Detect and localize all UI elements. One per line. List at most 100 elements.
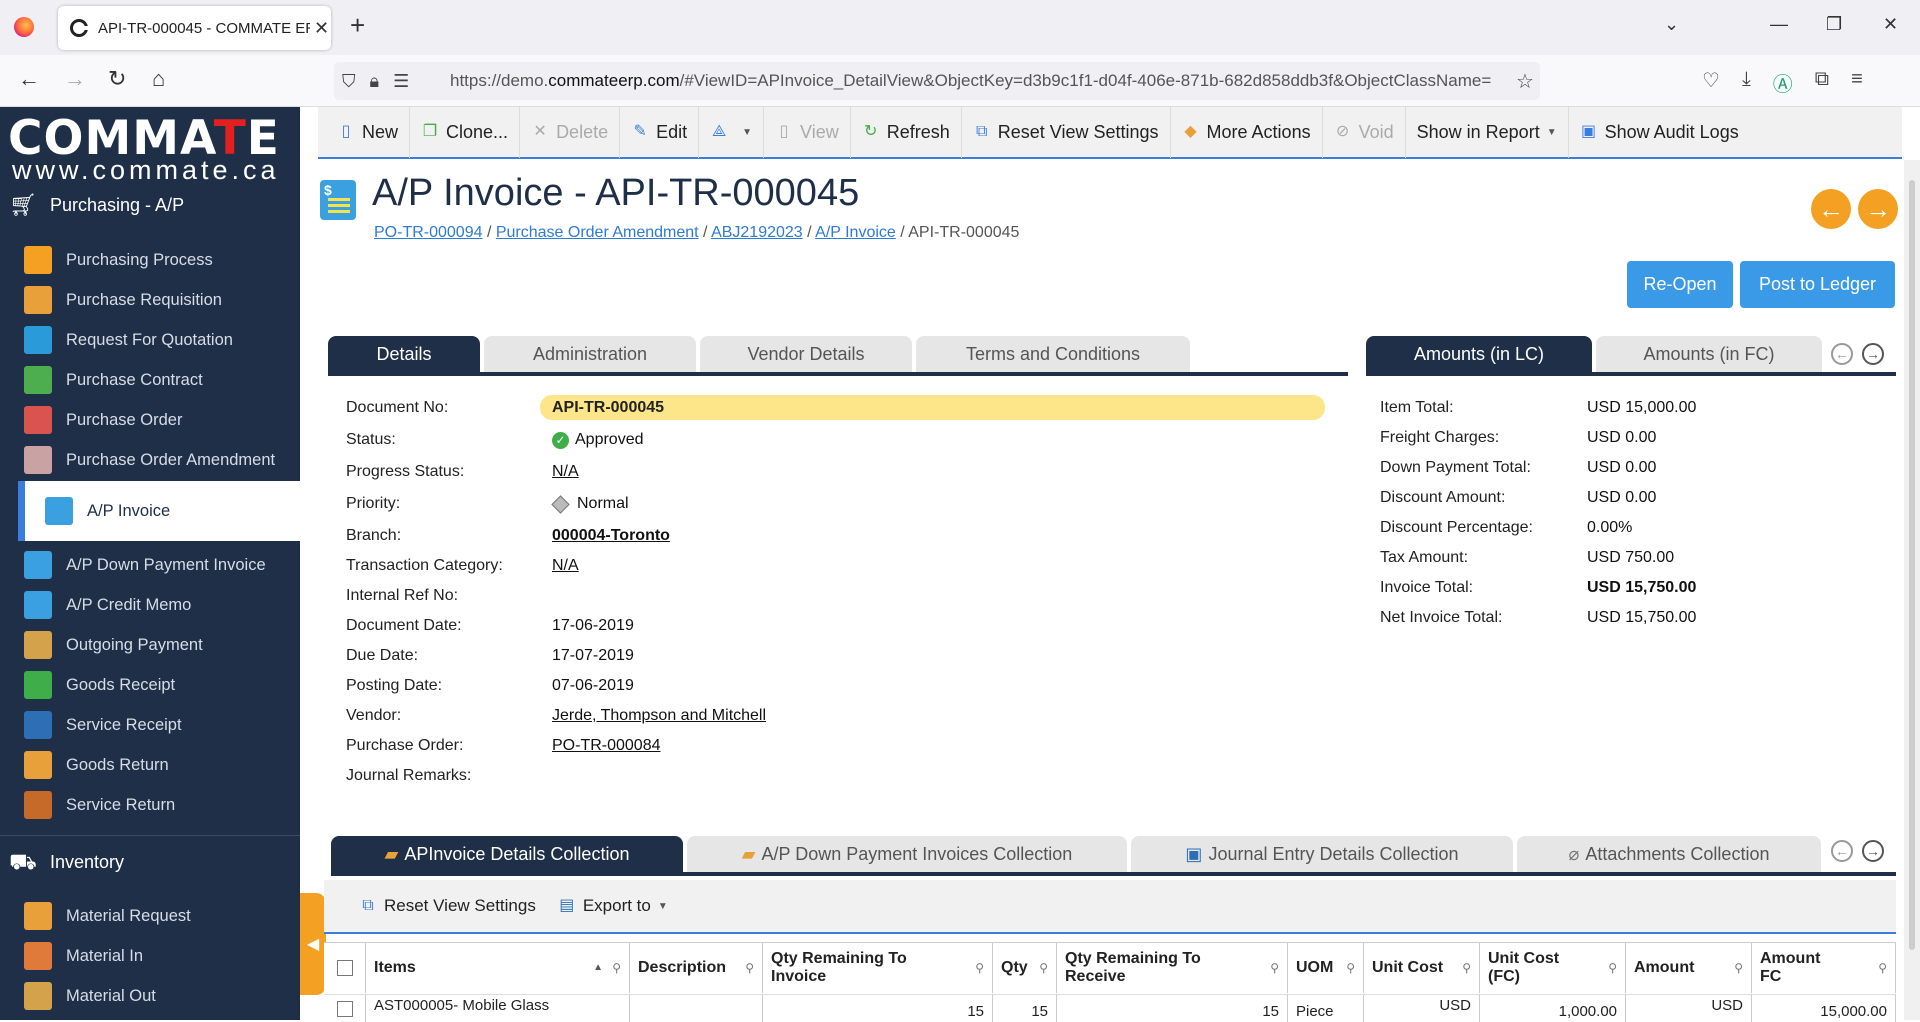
filter-pin-icon[interactable]: ⚲ bbox=[1039, 959, 1048, 977]
column-header-qty-remaining-to-invoice[interactable]: Qty Remaining To Invoice ⚲ bbox=[763, 943, 993, 993]
edit-button[interactable]: ✎ Edit bbox=[620, 106, 700, 158]
tab-terms-and-conditions[interactable]: Terms and Conditions bbox=[916, 336, 1190, 372]
tab-scroll-left-icon[interactable]: ← bbox=[1831, 343, 1853, 365]
column-header-description[interactable]: Description ⚲ bbox=[630, 943, 763, 993]
previous-record-button[interactable]: ← bbox=[1811, 189, 1851, 229]
cell-qty[interactable]: 15 bbox=[993, 994, 1057, 1022]
transaction-category-link[interactable]: N/A bbox=[552, 554, 579, 578]
breadcrumb-link[interactable]: A/P Invoice bbox=[815, 224, 896, 241]
cell-unit-cost-fc[interactable]: 1,000.00 bbox=[1480, 994, 1626, 1022]
filter-pin-icon[interactable]: ⚲ bbox=[1270, 959, 1279, 977]
collection-scroll-right-icon[interactable]: → bbox=[1862, 840, 1884, 862]
breadcrumb-link[interactable]: ABJ2192023 bbox=[711, 224, 803, 241]
tab-down-payment-invoices-collection[interactable]: ▰ A/P Down Payment Invoices Collection bbox=[687, 836, 1127, 872]
checkbox[interactable] bbox=[336, 1001, 353, 1017]
sidebar-item-service-receipt[interactable]: Service Receipt bbox=[0, 705, 300, 745]
sidebar-item-goods-return[interactable]: Goods Return bbox=[0, 745, 300, 785]
cell-items[interactable]: AST000005- Mobile Glass bbox=[366, 994, 630, 1022]
reopen-button[interactable]: Re-Open bbox=[1627, 261, 1733, 308]
sidebar-item-outgoing-payment[interactable]: Outgoing Payment bbox=[0, 625, 300, 665]
filter-pin-icon[interactable]: ⚲ bbox=[975, 959, 984, 977]
minimize-icon[interactable]: — bbox=[1770, 14, 1788, 35]
scrollbar-thumb[interactable] bbox=[1909, 180, 1915, 950]
sidebar-item-material-in[interactable]: Material In bbox=[0, 936, 300, 976]
next-record-button[interactable]: → bbox=[1858, 189, 1898, 229]
pocket-icon[interactable]: ♡ bbox=[1702, 68, 1720, 97]
reset-view-settings-button[interactable]: ⧉ Reset View Settings bbox=[962, 106, 1171, 158]
column-header-amount[interactable]: Amount ⚲ bbox=[1626, 943, 1752, 993]
column-header-unit-cost-fc[interactable]: Unit Cost (FC) ⚲ bbox=[1480, 943, 1626, 993]
void-button[interactable]: ⊘ Void bbox=[1323, 106, 1406, 158]
sidebar-item-material-out[interactable]: Material Out bbox=[0, 976, 300, 1016]
permissions-icon[interactable]: ☰ bbox=[393, 71, 409, 92]
tab-apinvoice-details-collection[interactable]: ▰ APInvoice Details Collection bbox=[331, 836, 683, 872]
restore-icon[interactable]: ❐ bbox=[1826, 14, 1842, 35]
sidebar-item-purchasing-process[interactable]: Purchasing Process bbox=[0, 240, 300, 280]
row-checkbox[interactable] bbox=[324, 994, 366, 1022]
cell-qty-remaining-to-invoice[interactable]: 15 bbox=[763, 994, 993, 1022]
breadcrumb-link[interactable]: Purchase Order Amendment bbox=[496, 224, 699, 241]
tab-scroll-right-icon[interactable]: → bbox=[1862, 343, 1884, 365]
sidebar-item-ap-credit-memo[interactable]: A/P Credit Memo bbox=[0, 585, 300, 625]
sidebar-item-purchase-contract[interactable]: Purchase Contract bbox=[0, 360, 300, 400]
tab-details[interactable]: Details bbox=[328, 336, 480, 372]
filter-pin-icon[interactable]: ⚲ bbox=[1462, 959, 1471, 977]
reload-icon[interactable]: ↻ bbox=[108, 67, 126, 91]
sidebar-item-ap-invoice[interactable]: A/P Invoice bbox=[18, 481, 300, 541]
browser-tab[interactable]: API-TR-000045 - COMMATE ERP ✕ bbox=[58, 6, 331, 50]
back-icon[interactable]: ← bbox=[18, 67, 40, 91]
show-in-report-dropdown[interactable]: Show in Report ▼ bbox=[1406, 106, 1569, 158]
cell-amount-fc[interactable]: 15,000.00 bbox=[1752, 994, 1896, 1022]
clone-button[interactable]: ❐ Clone... bbox=[410, 106, 521, 158]
cell-qty-remaining-to-receive[interactable]: 15 bbox=[1057, 994, 1288, 1022]
column-header-qty-remaining-to-receive[interactable]: Qty Remaining To Receive ⚲ bbox=[1057, 943, 1288, 993]
column-header-amount-fc[interactable]: Amount FC ⚲ bbox=[1752, 943, 1896, 993]
section-purchasing[interactable]: 🛒︎ Purchasing - A/P bbox=[8, 193, 184, 217]
sidebar-item-service-return[interactable]: Service Return bbox=[0, 785, 300, 825]
select-all-checkbox[interactable] bbox=[324, 943, 366, 993]
home-icon[interactable]: ⌂ bbox=[152, 67, 165, 91]
filter-pin-icon[interactable]: ⚲ bbox=[612, 959, 621, 977]
view-button[interactable]: ▯ View bbox=[764, 106, 851, 158]
sidebar-item-purchase-requisition[interactable]: Purchase Requisition bbox=[0, 280, 300, 320]
vendor-link[interactable]: Jerde, Thompson and Mitchell bbox=[552, 704, 766, 728]
close-window-icon[interactable]: ✕ bbox=[1883, 14, 1898, 35]
cell-amount[interactable]: USD bbox=[1626, 994, 1752, 1022]
new-button[interactable]: ▯ New bbox=[326, 106, 411, 158]
new-tab-icon[interactable]: + bbox=[350, 12, 365, 38]
export-to-dropdown[interactable]: ▤ Export to ▼ bbox=[547, 886, 679, 926]
tab-vendor-details[interactable]: Vendor Details bbox=[700, 336, 912, 372]
sidebar-item-purchase-order[interactable]: Purchase Order bbox=[0, 400, 300, 440]
lock-icon[interactable]: 🔒︎ bbox=[370, 71, 380, 92]
shield-icon[interactable]: ⛉ bbox=[342, 71, 356, 92]
sort-asc-icon[interactable]: ▲ bbox=[593, 959, 603, 977]
tab-administration[interactable]: Administration bbox=[484, 336, 696, 372]
download-icon[interactable]: ⤓ bbox=[1742, 68, 1751, 97]
sidebar-item-ap-down-payment-invoice[interactable]: A/P Down Payment Invoice bbox=[0, 545, 300, 585]
filter-pin-icon[interactable]: ⚲ bbox=[1346, 959, 1355, 977]
cell-uom[interactable]: Piece bbox=[1288, 994, 1364, 1022]
checkbox[interactable] bbox=[336, 960, 353, 976]
tab-amounts-fc[interactable]: Amounts (in FC) bbox=[1596, 336, 1822, 372]
filter-pin-icon[interactable]: ⚲ bbox=[1608, 959, 1617, 977]
menu-icon[interactable]: ≡ bbox=[1851, 68, 1863, 97]
cell-unit-cost[interactable]: USD bbox=[1364, 994, 1480, 1022]
post-to-ledger-button[interactable]: Post to Ledger bbox=[1740, 261, 1895, 308]
extensions-icon[interactable]: ⧉ bbox=[1815, 68, 1829, 97]
tab-list-icon[interactable]: ⌄ bbox=[1664, 14, 1679, 35]
tab-close-icon[interactable]: ✕ bbox=[314, 18, 329, 39]
collection-scroll-left-icon[interactable]: ← bbox=[1831, 840, 1853, 862]
sidebar-collapse-handle[interactable]: ◀ bbox=[300, 893, 326, 995]
filter-pin-icon[interactable]: ⚲ bbox=[1878, 959, 1887, 977]
section-inventory[interactable]: ⛟ Inventory bbox=[8, 850, 124, 874]
sidebar-item-material-request[interactable]: Material Request bbox=[0, 896, 300, 936]
delete-button[interactable]: ✕ Delete bbox=[520, 106, 621, 158]
purchase-order-link[interactable]: PO-TR-000084 bbox=[552, 734, 661, 758]
column-header-unit-cost[interactable]: Unit Cost ⚲ bbox=[1364, 943, 1480, 993]
more-actions-button[interactable]: ◆ More Actions bbox=[1171, 106, 1323, 158]
page-scrollbar[interactable] bbox=[1904, 160, 1920, 1020]
workflow-dropdown[interactable]: ⟁ ▼ bbox=[699, 106, 765, 158]
forward-icon[interactable]: → bbox=[64, 67, 86, 91]
cell-description[interactable] bbox=[630, 994, 763, 1022]
column-header-items[interactable]: Items ▲ ⚲ bbox=[366, 943, 630, 993]
